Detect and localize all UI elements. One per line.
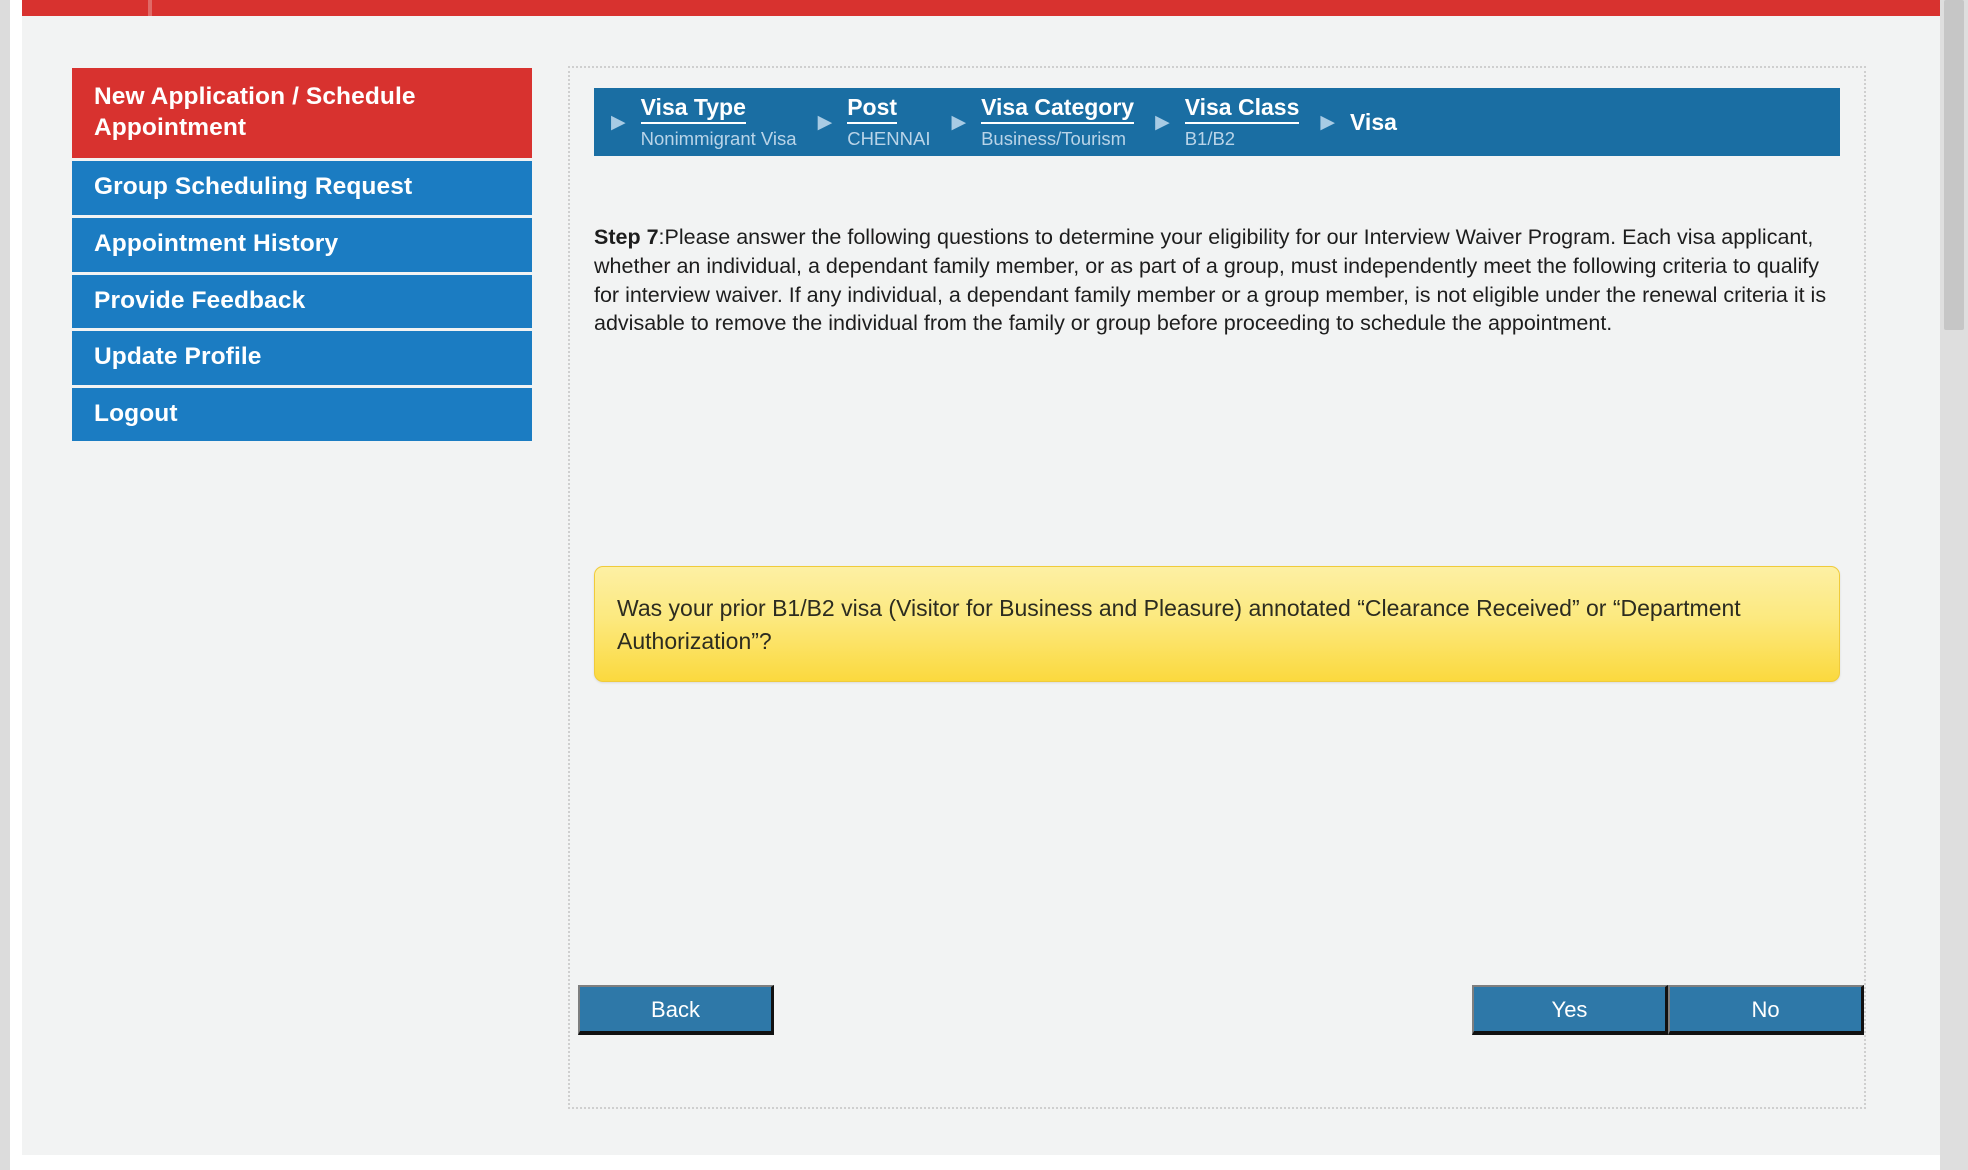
no-button[interactable]: No	[1668, 985, 1864, 1035]
sidebar-item-provide-feedback[interactable]: Provide Feedback	[72, 275, 532, 329]
content-panel: ▶ Visa Type Nonimmigrant Visa ▶ Post CHE…	[568, 66, 1866, 1109]
answer-button-group: Yes No	[1472, 985, 1864, 1035]
chevron-right-icon: ▶	[1138, 113, 1185, 132]
breadcrumb-step-visa-class[interactable]: Visa Class B1/B2	[1185, 95, 1304, 149]
chevron-right-icon: ▶	[934, 113, 981, 132]
chevron-right-icon: ▶	[594, 113, 641, 132]
breadcrumb: ▶ Visa Type Nonimmigrant Visa ▶ Post CHE…	[594, 88, 1840, 156]
step-label: Step 7	[594, 225, 659, 249]
chevron-right-icon: ▶	[1303, 113, 1350, 132]
breadcrumb-step-title: Visa Class	[1185, 95, 1300, 124]
sidebar-item-update-profile[interactable]: Update Profile	[72, 331, 532, 385]
top-bar-divider	[148, 0, 152, 16]
vertical-scrollbar[interactable]	[1940, 0, 1968, 1170]
breadcrumb-step-value: Nonimmigrant Visa	[641, 124, 797, 149]
chevron-right-icon: ▶	[801, 113, 848, 132]
scrollbar-thumb[interactable]	[1944, 0, 1964, 330]
breadcrumb-step-title: Visa	[1350, 110, 1397, 134]
breadcrumb-step-post[interactable]: Post CHENNAI	[847, 95, 934, 149]
eligibility-question-box: Was your prior B1/B2 visa (Visitor for B…	[594, 566, 1840, 682]
breadcrumb-step-value: B1/B2	[1185, 124, 1300, 149]
breadcrumb-step-visa[interactable]: Visa	[1350, 110, 1401, 135]
breadcrumb-step-value: Business/Tourism	[981, 124, 1134, 149]
breadcrumb-step-title: Visa Category	[981, 95, 1134, 124]
browser-window: New Application / Schedule Appointment G…	[0, 0, 1968, 1170]
breadcrumb-step-title: Visa Type	[641, 95, 746, 124]
sidebar-navigation: New Application / Schedule Appointment G…	[72, 68, 532, 444]
back-button[interactable]: Back	[578, 985, 774, 1035]
breadcrumb-step-visa-type[interactable]: Visa Type Nonimmigrant Visa	[641, 95, 801, 149]
step-body-text: :Please answer the following questions t…	[594, 225, 1826, 335]
breadcrumb-step-visa-category[interactable]: Visa Category Business/Tourism	[981, 95, 1138, 149]
sidebar-item-new-application[interactable]: New Application / Schedule Appointment	[72, 68, 532, 158]
sidebar-item-appointment-history[interactable]: Appointment History	[72, 218, 532, 272]
sidebar-item-group-scheduling-request[interactable]: Group Scheduling Request	[72, 161, 532, 215]
window-left-edge	[0, 0, 10, 1170]
breadcrumb-step-title: Post	[847, 95, 897, 124]
eligibility-question-text: Was your prior B1/B2 visa (Visitor for B…	[617, 592, 1817, 657]
yes-button[interactable]: Yes	[1472, 985, 1668, 1035]
top-red-bar	[22, 0, 1940, 16]
step-instructions: Step 7:Please answer the following quest…	[594, 223, 1842, 338]
breadcrumb-step-value: CHENNAI	[847, 124, 930, 149]
sidebar-item-logout[interactable]: Logout	[72, 388, 532, 442]
